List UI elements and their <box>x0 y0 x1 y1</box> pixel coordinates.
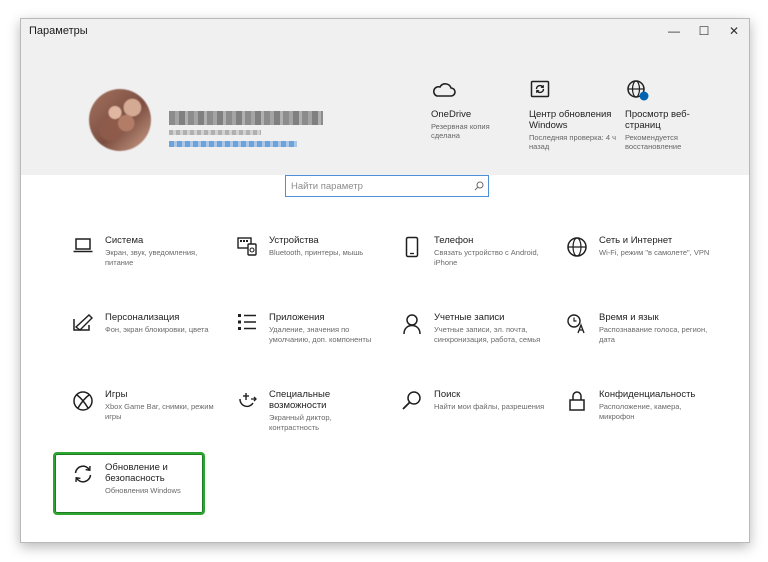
category-title: Специальные возможности <box>269 389 331 411</box>
category-system[interactable]: Система Экран, звук, уведомления, питани… <box>67 235 217 267</box>
category-title: Конфиденциальность <box>599 389 696 400</box>
quick-link-onedrive[interactable]: OneDrive Резервная копия сделана <box>431 79 517 140</box>
category-devices[interactable]: Устройства Bluetooth, принтеры, мышь <box>231 235 381 258</box>
category-time-language[interactable]: Время и язык Распознавание голоса, регио… <box>561 312 711 344</box>
category-title: Система <box>105 235 144 246</box>
window-title: Параметры <box>29 25 88 37</box>
avatar[interactable] <box>89 89 151 151</box>
quick-link-title: OneDrive <box>431 109 472 120</box>
quick-link-windows-update[interactable]: Центр обновления Windows Последняя прове… <box>529 79 617 151</box>
category-accessibility[interactable]: Специальные возможности Экранный диктор,… <box>231 389 381 432</box>
category-privacy[interactable]: Конфиденциальность Расположение, камера,… <box>561 389 711 421</box>
category-subtitle: Wi-Fi, режим "в самолете", VPN <box>599 248 710 257</box>
category-title: Приложения <box>269 312 325 323</box>
category-apps[interactable]: Приложения Удаление, значения по умолчан… <box>231 312 381 344</box>
category-personalization[interactable]: Персонализация Фон, экран блокировки, цв… <box>67 312 217 335</box>
category-network[interactable]: Сеть и Интернет Wi-Fi, режим "в самолете… <box>561 235 711 258</box>
maximize-button[interactable]: ☐ <box>689 19 719 43</box>
category-title: Телефон <box>434 235 474 246</box>
search-icon[interactable] <box>470 181 488 191</box>
quick-link-subtitle: Рекомендуется восстановление <box>625 133 682 151</box>
quick-link-subtitle: Последняя проверка: 4 ч назад <box>529 133 617 151</box>
sync-icon <box>67 462 99 496</box>
category-subtitle: Найти мои файлы, разрешения <box>434 402 545 411</box>
category-title: Поиск <box>434 389 461 400</box>
category-subtitle: Фон, экран блокировки, цвета <box>105 325 209 334</box>
update-center-icon <box>529 79 617 101</box>
apps-list-icon <box>231 312 263 344</box>
time-language-icon <box>561 312 593 344</box>
title-bar: Параметры — ☐ ✕ <box>21 19 749 43</box>
category-title: Игры <box>105 389 128 400</box>
person-icon <box>396 312 428 344</box>
search-input[interactable] <box>286 179 470 193</box>
quick-link-title: Просмотр веб-страниц <box>625 109 690 131</box>
category-subtitle: Обновления Windows <box>105 486 181 495</box>
close-button[interactable]: ✕ <box>719 19 749 43</box>
blurred-user-email <box>169 130 261 135</box>
account-header: OneDrive Резервная копия сделана Центр о… <box>21 43 749 175</box>
search-icon <box>396 389 428 412</box>
category-subtitle: Распознавание голоса, регион, дата <box>599 325 708 344</box>
category-subtitle: Экранный диктор, контрастность <box>269 413 332 432</box>
blurred-account-link[interactable] <box>169 141 297 147</box>
devices-icon <box>231 235 263 258</box>
category-title: Время и язык <box>599 312 659 323</box>
settings-window: Параметры — ☐ ✕ OneDrive Резервная копия… <box>20 18 750 543</box>
category-title: Персонализация <box>105 312 180 323</box>
category-update-security[interactable]: Обновление и безопасность Обновления Win… <box>67 462 217 496</box>
quick-link-web-browsing[interactable]: Просмотр веб-страниц Рекомендуется восст… <box>625 79 715 151</box>
category-subtitle: Учетные записи, эл. почта, синхронизация… <box>434 325 541 344</box>
category-subtitle: Удаление, значения по умолчанию, доп. ко… <box>269 325 372 344</box>
phone-icon <box>396 235 428 267</box>
quick-link-title: Центр обновления Windows <box>529 109 612 131</box>
category-subtitle: Расположение, камера, микрофон <box>599 402 682 421</box>
cloud-icon <box>431 79 517 101</box>
quick-link-subtitle: Резервная копия сделана <box>431 122 490 140</box>
category-title: Обновление и безопасность <box>105 462 168 484</box>
category-subtitle: Bluetooth, принтеры, мышь <box>269 248 364 257</box>
category-search[interactable]: Поиск Найти мои файлы, разрешения <box>396 389 546 412</box>
category-title: Устройства <box>269 235 319 246</box>
category-subtitle: Связать устройство с Android, iPhone <box>434 248 539 267</box>
category-gaming[interactable]: Игры Xbox Game Bar, снимки, режим игры <box>67 389 217 421</box>
category-subtitle: Xbox Game Bar, снимки, режим игры <box>105 402 214 421</box>
xbox-icon <box>67 389 99 421</box>
settings-search-box[interactable] <box>285 175 489 197</box>
category-accounts[interactable]: Учетные записи Учетные записи, эл. почта… <box>396 312 546 344</box>
category-title: Учетные записи <box>434 312 505 323</box>
category-phone[interactable]: Телефон Связать устройство с Android, iP… <box>396 235 546 267</box>
category-subtitle: Экран, звук, уведомления, питание <box>105 248 198 267</box>
globe-icon <box>561 235 593 258</box>
personalization-icon <box>67 312 99 335</box>
lock-icon <box>561 389 593 421</box>
minimize-button[interactable]: — <box>659 19 689 43</box>
blurred-user-name <box>169 111 323 125</box>
category-title: Сеть и Интернет <box>599 235 673 246</box>
accessibility-icon <box>231 389 263 432</box>
laptop-icon <box>67 235 99 267</box>
globe-icon <box>625 79 715 101</box>
